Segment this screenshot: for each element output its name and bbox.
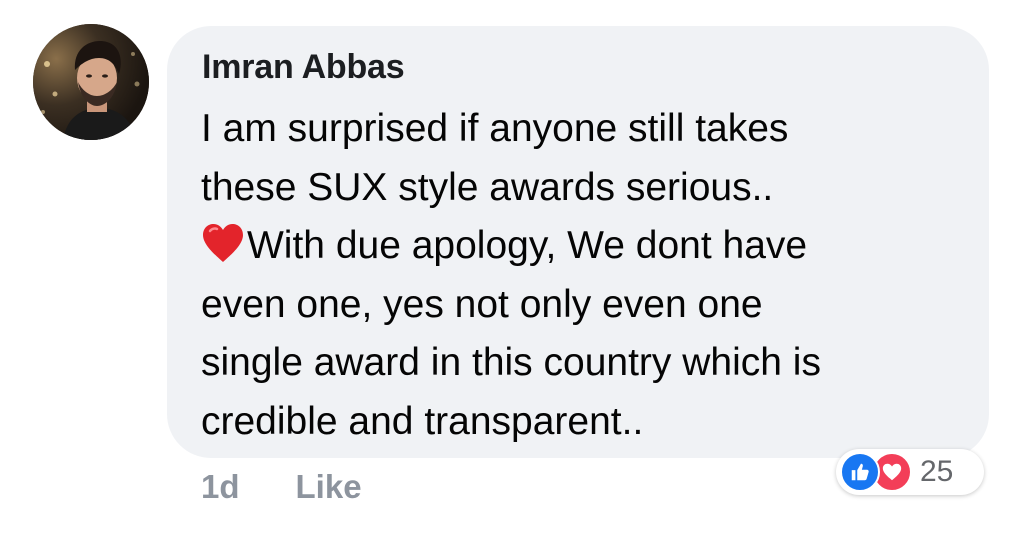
comment-body: I am surprised if anyone still takes the… — [201, 100, 971, 451]
comment-timestamp[interactable]: 1d — [201, 468, 240, 506]
like-button[interactable]: Like — [296, 468, 362, 506]
comment-line: these SUX style awards serious.. — [201, 165, 774, 209]
reactions-summary[interactable]: 25 — [836, 449, 984, 495]
comment-line: credible and transparent.. — [201, 399, 644, 443]
comment-actions: 1d Like — [201, 468, 362, 506]
comment-container: Imran Abbas I am surprised if anyone sti… — [0, 0, 1024, 535]
red-heart-icon — [203, 224, 243, 262]
profile-photo-icon — [33, 24, 149, 140]
like-icon — [840, 452, 880, 492]
comment-line: I am surprised if anyone still takes — [201, 107, 789, 150]
comment-author-name[interactable]: Imran Abbas — [202, 48, 405, 87]
comment-line: With due apology, We dont have — [247, 224, 808, 267]
comment-line: single award in this country which is — [201, 341, 821, 384]
avatar[interactable] — [33, 24, 149, 140]
reaction-count: 25 — [920, 455, 954, 488]
comment-line: even one, yes not only even one — [201, 282, 763, 326]
